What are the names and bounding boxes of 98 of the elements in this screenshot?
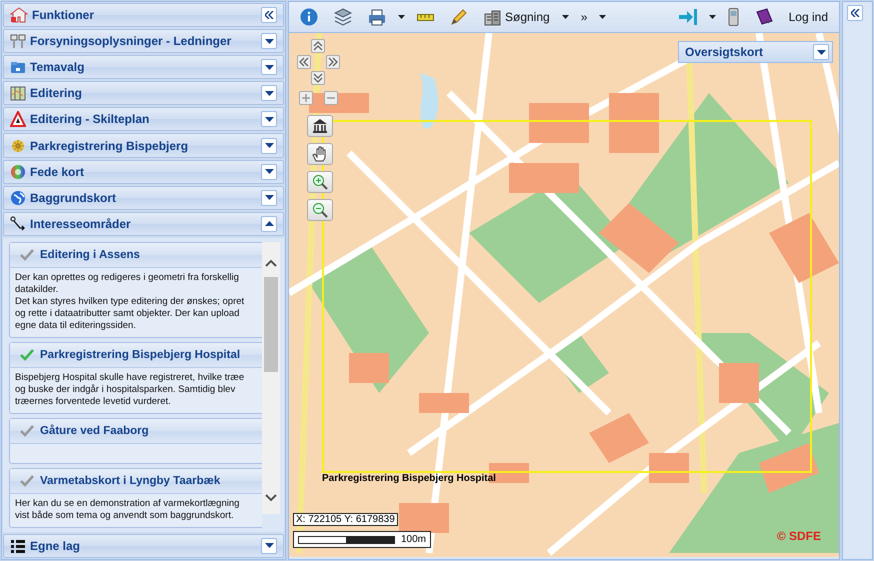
section-title: Egne lag: [30, 538, 82, 553]
expand-button[interactable]: [261, 85, 277, 102]
interest-item[interactable]: Parkregistrering Bispebjerg Hospital: [10, 342, 262, 368]
double-chevron-right-icon: [328, 57, 338, 67]
interest-item[interactable]: Varmetabskort i Lyngby Taarbæk: [10, 468, 262, 494]
layers-icon: [334, 8, 352, 26]
collapse-button[interactable]: [261, 216, 277, 232]
expand-button[interactable]: [261, 111, 277, 128]
map-icon: [10, 85, 26, 102]
pipe-icon: [10, 33, 26, 50]
section-title: Baggrundskort: [30, 190, 118, 205]
pan-right-button[interactable]: [326, 55, 340, 69]
section-header[interactable]: Interesseområder: [3, 212, 284, 236]
pan-left-button[interactable]: [297, 55, 311, 69]
description: Der kan oprettes og redigeres i geometri fra forskellig datakilder. Det kan styres hvilken type editering der ønskes; opret og rette i dataatributter samt objekter. Der kan upload egne data til editeringssiden.: [15, 272, 246, 332]
caret-up-icon: [264, 221, 274, 226]
pan-up-button[interactable]: [311, 39, 325, 53]
section-title: Parkregistrering Bispebjerg: [30, 138, 190, 153]
caret-down-icon: [264, 169, 274, 174]
overview-map-header[interactable]: Oversigtskort: [678, 41, 833, 63]
pencil-icon: [450, 8, 468, 26]
section-header[interactable]: Parkregistrering Bispebjerg: [3, 133, 284, 158]
expand-button[interactable]: [261, 190, 277, 206]
area-label: Parkregistrering Bispebjerg Hospital: [322, 473, 496, 484]
home-icon: [312, 118, 328, 134]
double-chevron-left-icon: [299, 57, 309, 67]
caret-down-icon: [816, 50, 826, 54]
book-icon: [754, 8, 773, 26]
caret-down-icon: [264, 38, 274, 44]
caret-down-icon: [264, 90, 274, 96]
caret-down-icon: [708, 15, 716, 19]
section-title: Forsyningsoplysninger - Ledninger: [30, 34, 232, 48]
caret-down-icon: [264, 64, 274, 70]
caret-down-icon: [264, 143, 274, 148]
zoom-out-tool-button[interactable]: [307, 199, 333, 221]
expand-button[interactable]: [261, 538, 277, 554]
description: Her kan du se en demonstration af varmekortlægning vist både som tema og anvendt som baggrundskort.: [15, 498, 240, 522]
folder-icon: [10, 59, 26, 76]
home-button[interactable]: [307, 115, 333, 137]
description: Bispebjerg Hospital skulle have registreret, hvilke træe og buske der indgår i hospitalsparken. Samtidig blev træernes forventede levetid vurderet.: [15, 372, 246, 408]
double-chevron-left-icon: [850, 9, 860, 17]
scale-bar: 100m: [293, 531, 432, 548]
expand-button[interactable]: [261, 33, 277, 50]
section-header[interactable]: Editering: [3, 81, 284, 106]
route-icon: [10, 216, 26, 232]
section-title: Temavalg: [30, 60, 86, 74]
warning-sign-icon: [10, 111, 26, 128]
caret-down-icon: [264, 195, 274, 200]
buildings-icon: [484, 8, 501, 26]
section-header[interactable]: Baggrundskort: [3, 186, 284, 210]
flower-icon: [10, 138, 26, 154]
expand-button[interactable]: [813, 44, 829, 60]
list-icon: [10, 538, 26, 554]
more-button[interactable]: »: [574, 8, 594, 26]
plus-icon: [301, 93, 311, 103]
section-title: Editering: [30, 86, 84, 100]
info-icon: [300, 8, 318, 26]
search-button[interactable]: Søgning: [477, 6, 557, 28]
double-chevron-left-icon: [264, 11, 274, 20]
copyright-text: © SDFE: [776, 529, 821, 543]
section-header[interactable]: Forsyningsoplysninger - Ledninger: [3, 29, 284, 54]
printer-icon: [368, 8, 386, 26]
section-title: Fede kort: [30, 164, 86, 179]
hand-icon: [312, 146, 328, 162]
pan-down-button[interactable]: [311, 71, 325, 85]
collapse-panel-button[interactable]: [261, 7, 277, 24]
caret-down-icon: [398, 15, 405, 19]
section-header[interactable]: Temavalg: [3, 55, 284, 80]
coordinate-readout: X: 722105 Y: 6179839: [293, 513, 398, 526]
expand-button[interactable]: [261, 164, 277, 180]
double-chevron-down-icon: [313, 73, 323, 83]
double-chevron-up-icon: [313, 41, 323, 51]
zoom-in-tool-button[interactable]: [307, 171, 333, 193]
zoom-in-icon: [312, 174, 328, 190]
section-title: Editering - Skilteplan: [30, 112, 150, 126]
color-wheel-icon: [10, 164, 26, 180]
globe-icon: [10, 190, 26, 206]
house-icon: [10, 7, 28, 24]
section-title: Interesseområder: [30, 216, 132, 231]
expand-button[interactable]: [261, 59, 277, 76]
caret-down-icon: [264, 116, 274, 122]
section-header[interactable]: Egne lag: [3, 534, 284, 558]
mobile-phone-icon: [728, 8, 739, 26]
interest-item[interactable]: Gåture ved Faaborg: [10, 418, 262, 444]
panel-title: Funktioner: [32, 8, 95, 22]
caret-down-icon: [264, 543, 274, 548]
login-button[interactable]: Log ind: [782, 8, 835, 26]
expand-panel-button[interactable]: [847, 5, 863, 21]
zoom-out-icon: [312, 202, 328, 218]
section-header[interactable]: Editering - Skilteplan: [3, 107, 284, 132]
caret-down-icon: [562, 15, 569, 19]
caret-down-icon: [599, 15, 606, 19]
ruler-icon: [417, 14, 434, 20]
section-header[interactable]: Fede kort: [3, 160, 284, 184]
expand-button[interactable]: [261, 138, 277, 154]
arrow-into-bar-icon: [678, 9, 697, 25]
interest-item[interactable]: Editering i Assens: [10, 242, 262, 268]
pan-button[interactable]: [307, 143, 333, 165]
